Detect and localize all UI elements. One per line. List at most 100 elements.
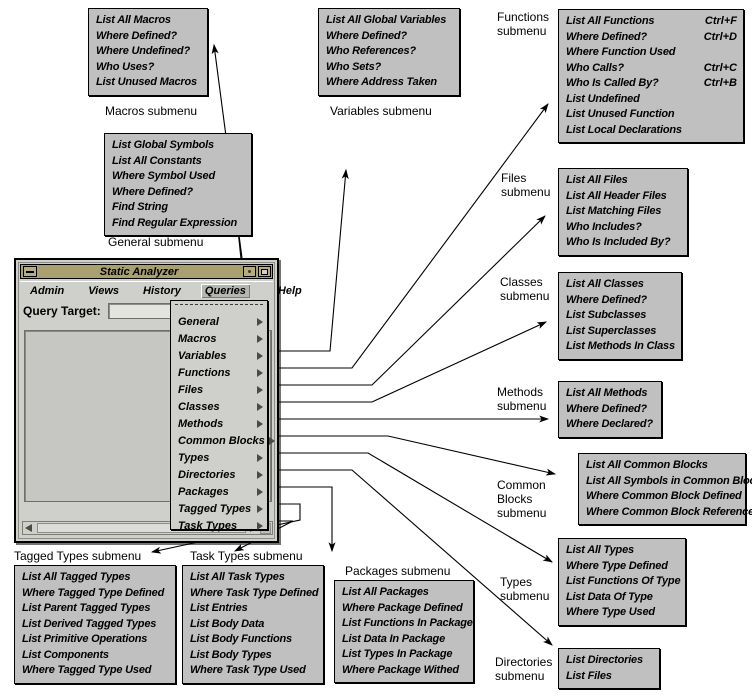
menu-item[interactable]: Where Defined? xyxy=(112,185,245,201)
menu-item[interactable]: List All Constants xyxy=(112,154,245,170)
window-menu-button[interactable] xyxy=(23,266,37,277)
menu-item[interactable]: List Subclasses xyxy=(566,308,675,324)
menu-item[interactable]: List Unused Macros xyxy=(96,75,201,91)
functions-submenu[interactable]: List All Functions Ctrl+F Where Defined?… xyxy=(558,9,744,143)
queries-item-files[interactable]: Files xyxy=(171,381,267,398)
general-submenu[interactable]: List Global Symbols List All Constants W… xyxy=(104,133,252,236)
menu-item[interactable]: List Superclasses xyxy=(566,324,675,340)
menu-item[interactable]: List Methods In Class xyxy=(566,339,675,355)
menu-item[interactable]: List All Task Types xyxy=(190,570,317,586)
files-submenu[interactable]: List All Files List All Header Files Lis… xyxy=(558,168,688,256)
menu-item[interactable]: Where Common Block Defined xyxy=(586,489,742,505)
menu-item[interactable]: List All Common Blocks xyxy=(586,458,739,474)
types-submenu[interactable]: List All Types Where Type Defined List F… xyxy=(558,538,686,626)
menu-item[interactable]: Where Type Defined xyxy=(566,559,679,575)
menu-item[interactable]: List Body Data xyxy=(190,617,317,633)
queries-item-packages[interactable]: Packages xyxy=(171,483,267,500)
menu-help[interactable]: Help xyxy=(274,284,306,298)
directories-submenu[interactable]: List Directories List Files xyxy=(558,648,660,689)
menu-item[interactable]: List All Methods xyxy=(566,386,655,402)
queries-item-task-types[interactable]: Task Types xyxy=(171,517,267,534)
scroll-left-arrow-icon[interactable] xyxy=(23,522,35,534)
menu-item[interactable]: Where Common Block Referenced xyxy=(586,505,752,521)
menu-item[interactable]: List Types In Package xyxy=(342,647,467,663)
queries-item-general[interactable]: General xyxy=(171,313,267,330)
queries-item-methods[interactable]: Methods xyxy=(171,415,267,432)
menu-admin[interactable]: Admin xyxy=(26,284,68,298)
menu-item[interactable]: List All Macros xyxy=(96,13,201,29)
menu-item[interactable]: Find Regular Expression xyxy=(112,216,245,232)
minimize-button[interactable] xyxy=(243,266,256,277)
menu-item[interactable]: List All Functions Ctrl+F xyxy=(566,14,737,30)
window-titlebar[interactable]: Static Analyzer xyxy=(20,264,273,279)
menu-item[interactable]: List Undefined xyxy=(566,92,737,108)
menu-item[interactable]: List Data In Package xyxy=(342,632,467,648)
queries-item-tagged-types[interactable]: Tagged Types xyxy=(171,500,267,517)
menu-item[interactable]: List Files xyxy=(566,669,653,685)
queries-item-variables[interactable]: Variables xyxy=(171,347,267,364)
packages-submenu[interactable]: List All Packages Where Package Defined … xyxy=(334,580,474,683)
menu-item[interactable]: List All Packages xyxy=(342,585,467,601)
menu-item[interactable]: List Global Symbols xyxy=(112,138,245,154)
menu-item[interactable]: List All Files xyxy=(566,173,681,189)
menu-item[interactable]: Where Defined? xyxy=(566,402,655,418)
menu-item[interactable]: Who References? xyxy=(326,44,453,60)
menu-item[interactable]: List Entries xyxy=(190,601,317,617)
maximize-button[interactable] xyxy=(258,266,271,277)
menu-item[interactable]: List Local Declarations xyxy=(566,123,737,139)
menu-item[interactable]: Where Function Used xyxy=(566,45,737,61)
task-types-submenu[interactable]: List All Task Types Where Task Type Defi… xyxy=(182,565,324,684)
menu-item[interactable]: List Data Of Type xyxy=(566,590,679,606)
queries-item-directories[interactable]: Directories xyxy=(171,466,267,483)
menu-item[interactable]: Where Undefined? xyxy=(96,44,201,60)
menu-item[interactable]: List All Classes xyxy=(566,277,675,293)
menu-item[interactable]: List All Symbols in Common Block xyxy=(586,474,752,490)
menu-item[interactable]: List Functions In Package xyxy=(342,616,473,632)
menu-item[interactable]: List Directories xyxy=(566,653,653,669)
queries-item-common-blocks[interactable]: Common Blocks xyxy=(171,432,275,449)
menu-item[interactable]: Where Defined? xyxy=(326,29,453,45)
menu-history[interactable]: History xyxy=(139,284,185,298)
menu-item[interactable]: Who Is Included By? xyxy=(566,235,681,251)
menu-item[interactable]: List All Header Files xyxy=(566,189,681,205)
menu-views[interactable]: Views xyxy=(84,284,123,298)
menu-item[interactable]: List Functions Of Type xyxy=(566,574,681,590)
menu-item[interactable]: Where Task Type Used xyxy=(190,663,317,679)
menu-item[interactable]: Where Package Withed xyxy=(342,663,467,679)
menu-item[interactable]: Find String xyxy=(112,200,245,216)
common-blocks-submenu[interactable]: List All Common Blocks List All Symbols … xyxy=(578,453,752,525)
queries-item-macros[interactable]: Macros xyxy=(171,330,267,347)
queries-item-classes[interactable]: Classes xyxy=(171,398,267,415)
menu-item[interactable]: List All Global Variables xyxy=(326,13,453,29)
menu-item[interactable]: Where Declared? xyxy=(566,417,655,433)
menu-item[interactable]: List Primitive Operations xyxy=(22,632,169,648)
menu-item[interactable]: Where Defined? xyxy=(566,293,675,309)
tearoff-separator[interactable] xyxy=(175,304,263,310)
menu-item[interactable]: List Body Types xyxy=(190,648,317,664)
menu-item[interactable]: List Matching Files xyxy=(566,204,681,220)
methods-submenu[interactable]: List All Methods Where Defined? Where De… xyxy=(558,381,662,438)
menu-item[interactable]: Who Sets? xyxy=(326,60,453,76)
macros-submenu[interactable]: List All Macros Where Defined? Where Und… xyxy=(88,8,208,96)
menu-item[interactable]: List Body Functions xyxy=(190,632,317,648)
menu-item[interactable]: List All Tagged Types xyxy=(22,570,169,586)
menu-item[interactable]: Who Is Called By? Ctrl+B xyxy=(566,76,737,92)
menu-item[interactable]: Where Symbol Used xyxy=(112,169,245,185)
menu-item[interactable]: Who Includes? xyxy=(566,220,681,236)
menu-item[interactable]: List Parent Tagged Types xyxy=(22,601,169,617)
menu-item[interactable]: List Derived Tagged Types xyxy=(22,617,169,633)
tagged-types-submenu[interactable]: List All Tagged Types Where Tagged Type … xyxy=(14,565,176,684)
menu-item[interactable]: Who Calls? Ctrl+C xyxy=(566,61,737,77)
queries-item-functions[interactable]: Functions xyxy=(171,364,267,381)
menu-item[interactable]: List All Types xyxy=(566,543,679,559)
queries-item-types[interactable]: Types xyxy=(171,449,267,466)
menu-item[interactable]: Where Tagged Type Defined xyxy=(22,586,169,602)
queries-dropdown-menu[interactable]: General Macros Variables Functions Files… xyxy=(170,300,275,532)
menu-item[interactable]: List Components xyxy=(22,648,169,664)
menu-item[interactable]: List Unused Function xyxy=(566,107,737,123)
variables-submenu[interactable]: List All Global Variables Where Defined?… xyxy=(318,8,460,96)
menu-item[interactable]: Where Defined? xyxy=(96,29,201,45)
menu-item[interactable]: Where Address Taken xyxy=(326,75,453,91)
menu-item[interactable]: Who Uses? xyxy=(96,60,201,76)
menu-item[interactable]: Where Task Type Defined xyxy=(190,586,319,602)
